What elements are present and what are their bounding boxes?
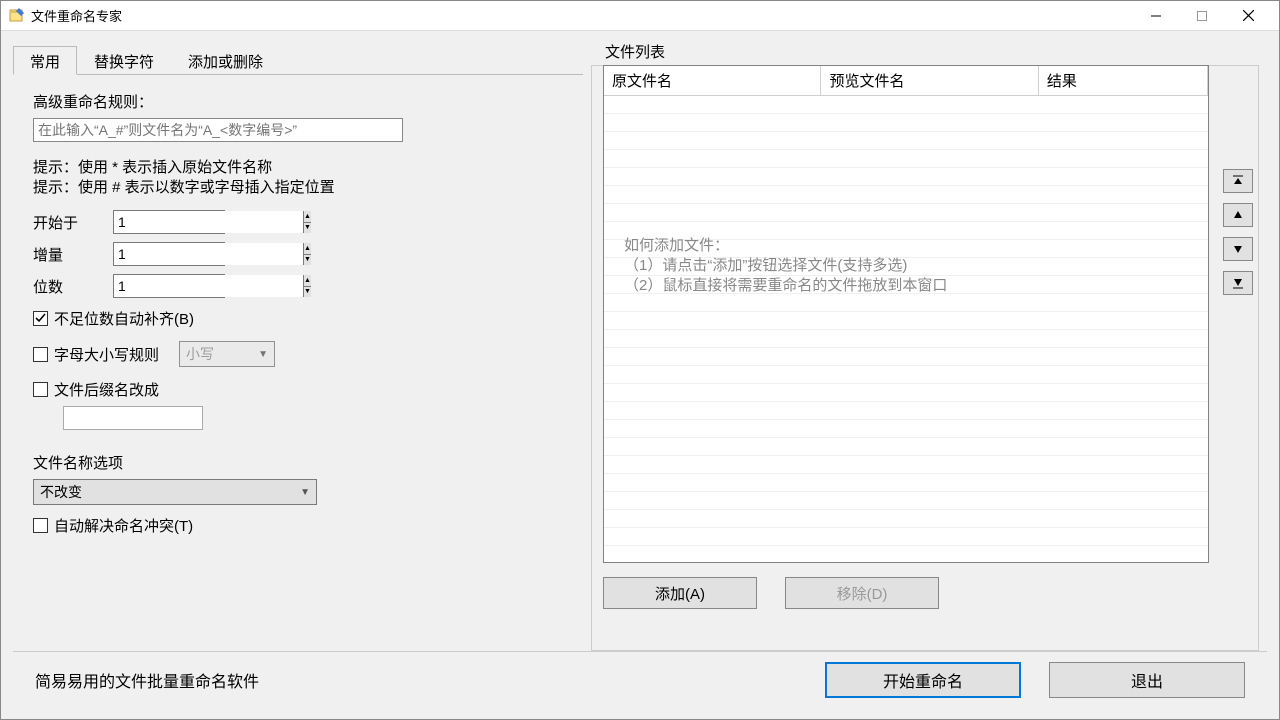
tab-adddel[interactable]: 添加或删除 [171,46,280,75]
file-list[interactable]: 原文件名 预览文件名 结果 如何添加文件： （1）请点击“添加”按钮选择文件(支… [603,65,1209,563]
bottom-bar: 简易易用的文件批量重命名软件 开始重命名 退出 [13,651,1267,707]
remove-button[interactable]: 移除(D) [785,577,939,609]
nameopt-value: 不改变 [40,482,82,502]
ext-checkbox[interactable] [33,382,48,397]
case-combo[interactable]: 小写 ▼ [179,341,275,367]
tab-strip: 常用 替换字符 添加或删除 [13,45,583,75]
empty-hint: 如何添加文件： （1）请点击“添加”按钮选择文件(支持多选) （2）鼠标直接将需… [624,236,1188,296]
close-button[interactable] [1225,1,1271,31]
digits-stepper[interactable]: ▲▼ [113,274,225,298]
title-bar: 文件重命名专家 [1,1,1279,31]
move-bottom-button[interactable] [1223,271,1253,295]
pad-label: 不足位数自动补齐(B) [54,308,194,329]
digits-label: 位数 [33,276,113,297]
hint-hash: 提示：使用 # 表示以数字或字母插入指定位置 [33,178,563,198]
filelist-pane: 文件列表 原文件名 预览文件名 结果 如何添加文件： （1）请点击“添加”按钮 [583,39,1267,651]
minimize-button[interactable] [1133,1,1179,31]
start-label: 开始于 [33,212,113,233]
settings-pane: 常用 替换字符 添加或删除 高级重命名规则： 提示：使用 * 表示插入原始文件名… [13,39,583,651]
window-title: 文件重命名专家 [31,6,1133,25]
step-stepper[interactable]: ▲▼ [113,242,225,266]
app-icon [9,8,25,24]
content-area: 常用 替换字符 添加或删除 高级重命名规则： 提示：使用 * 表示插入原始文件名… [1,31,1279,719]
start-stepper[interactable]: ▲▼ [113,210,225,234]
chevron-down-icon[interactable]: ▼ [304,223,311,234]
conflict-checkbox[interactable] [33,518,48,533]
move-top-button[interactable] [1223,169,1253,193]
footer-slogan: 简易易用的文件批量重命名软件 [35,668,797,692]
move-down-button[interactable] [1223,237,1253,261]
rule-pattern-input[interactable] [33,118,403,142]
chevron-up-icon[interactable]: ▲ [304,211,311,223]
caserule-label: 字母大小写规则 [54,344,159,365]
chevron-down-icon[interactable]: ▼ [304,255,311,266]
rule-label: 高级重命名规则： [33,91,563,112]
nameopt-label: 文件名称选项 [33,452,563,473]
step-label: 增量 [33,244,113,265]
digits-input[interactable] [114,275,303,297]
app-window: 文件重命名专家 常用 替换字符 添加或删除 高级重命名规则： 提示：使用 * 表… [0,0,1280,720]
chevron-up-icon[interactable]: ▲ [304,243,311,255]
case-combo-value: 小写 [186,344,214,364]
ext-label: 文件后缀名改成 [54,379,159,400]
tab-common[interactable]: 常用 [13,46,77,75]
hint-asterisk: 提示：使用 * 表示插入原始文件名称 [33,158,563,178]
pad-checkbox[interactable] [33,311,48,326]
col-result[interactable]: 结果 [1039,66,1208,95]
start-input[interactable] [114,211,303,233]
col-preview[interactable]: 预览文件名 [821,66,1038,95]
step-input[interactable] [114,243,303,265]
nameopt-combo[interactable]: 不改变 ▼ [33,479,317,505]
ext-input[interactable] [63,406,203,430]
add-button[interactable]: 添加(A) [603,577,757,609]
filelist-title: 文件列表 [601,41,669,62]
chevron-up-icon[interactable]: ▲ [304,275,311,287]
conflict-label: 自动解决命名冲突(T) [54,515,193,536]
chevron-down-icon[interactable]: ▼ [304,287,311,298]
col-original[interactable]: 原文件名 [604,66,821,95]
start-rename-button[interactable]: 开始重命名 [825,662,1021,698]
chevron-down-icon: ▼ [258,349,268,360]
tab-replace[interactable]: 替换字符 [77,46,171,75]
caserule-checkbox[interactable] [33,347,48,362]
chevron-down-icon: ▼ [300,487,310,498]
move-up-button[interactable] [1223,203,1253,227]
maximize-button[interactable] [1179,1,1225,31]
exit-button[interactable]: 退出 [1049,662,1245,698]
